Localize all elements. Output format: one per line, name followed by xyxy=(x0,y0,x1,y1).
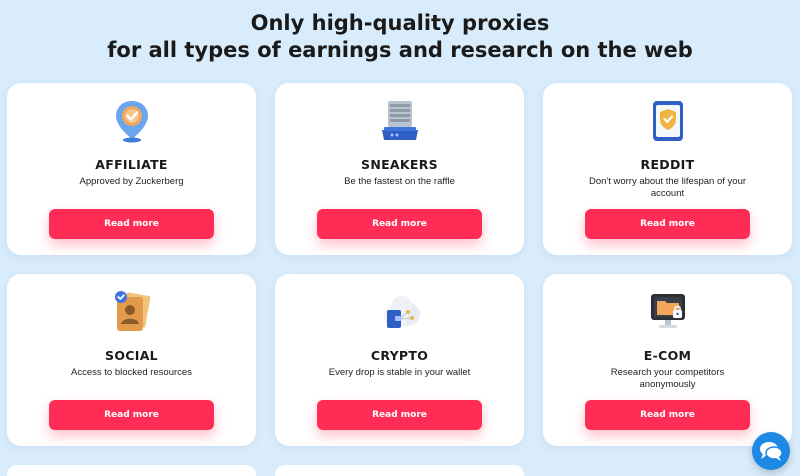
headline-line-1: Only high-quality proxies xyxy=(250,11,550,35)
chat-bubble-icon xyxy=(760,442,783,461)
card-partial xyxy=(7,465,256,476)
location-check-icon xyxy=(108,97,156,145)
card-description: Be the fastest on the raffle xyxy=(344,176,455,187)
card-title: SOCIAL xyxy=(105,348,158,363)
cloud-wallet-icon xyxy=(376,288,424,336)
headline-line-2: for all types of earnings and research o… xyxy=(107,38,693,62)
card-sneakers: SNEAKERS Be the fastest on the raffle Re… xyxy=(275,83,524,255)
card-title: E-COM xyxy=(643,348,692,363)
card-partial xyxy=(275,465,524,476)
monitor-lock-icon xyxy=(644,288,692,336)
read-more-button[interactable]: Read more xyxy=(585,209,750,239)
read-more-button[interactable]: Read more xyxy=(49,400,214,430)
card-description: Every drop is stable in your wallet xyxy=(328,367,471,378)
read-more-button[interactable]: Read more xyxy=(317,400,482,430)
page-headline: Only high-quality proxies for all types … xyxy=(0,10,800,64)
card-reddit: REDDIT Don't worry about the lifespan of… xyxy=(543,83,792,255)
phone-shield-icon xyxy=(644,97,692,145)
card-description: Approved by Zuckerberg xyxy=(79,176,184,187)
card-title: REDDIT xyxy=(640,157,695,172)
read-more-button[interactable]: Read more xyxy=(585,400,750,430)
use-case-grid: AFFILIATE Approved by Zuckerberg Read mo… xyxy=(7,83,792,446)
server-icon xyxy=(376,97,424,145)
read-more-button[interactable]: Read more xyxy=(49,209,214,239)
card-crypto: CRYPTO Every drop is stable in your wall… xyxy=(275,274,524,446)
card-description: Access to blocked resources xyxy=(71,367,192,378)
card-description: Research your competitors anonymously xyxy=(610,367,725,390)
card-title: AFFILIATE xyxy=(95,157,168,172)
profile-document-icon xyxy=(108,288,156,336)
card-e-com: E-COM Research your competitors anonymou… xyxy=(543,274,792,446)
read-more-button[interactable]: Read more xyxy=(317,209,482,239)
card-social: SOCIAL Access to blocked resources Read … xyxy=(7,274,256,446)
card-title: SNEAKERS xyxy=(361,157,438,172)
card-affiliate: AFFILIATE Approved by Zuckerberg Read mo… xyxy=(7,83,256,255)
card-description: Don't worry about the lifespan of your a… xyxy=(588,176,747,199)
card-title: CRYPTO xyxy=(370,348,429,363)
chat-widget-button[interactable] xyxy=(752,432,790,470)
